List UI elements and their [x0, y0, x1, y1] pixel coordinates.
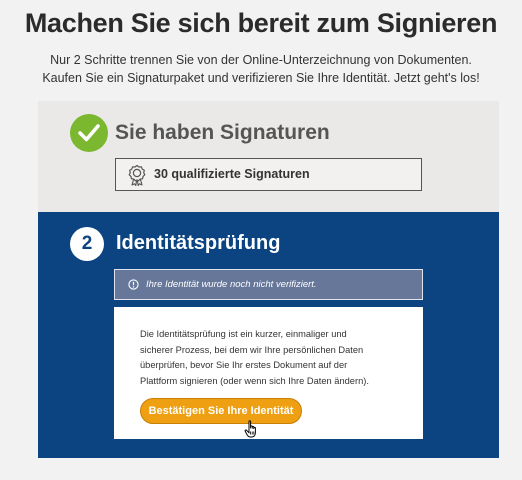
- identity-info-card: Die Identitätsprüfung ist ein kurzer, ei…: [114, 307, 423, 439]
- page-title: Machen Sie sich bereit zum Signieren: [24, 8, 498, 38]
- signatures-count-box: 30 qualifizierte Signaturen: [115, 158, 422, 191]
- step2-title: Identitätsprüfung: [116, 232, 281, 254]
- alert-text: Ihre Identität wurde noch nicht verifizi…: [146, 279, 317, 290]
- subtitle-line: Kaufen Sie ein Signaturpaket und verifiz…: [42, 71, 480, 85]
- step-identity-section: 2 Identitätsprüfung Ihre Identität wurde…: [38, 212, 499, 458]
- description-line: Die Identitätsprüfung ist ein kurzer, ei…: [140, 329, 347, 339]
- description-line: sicherer Prozess, bei dem wir Ihre persö…: [140, 344, 364, 355]
- step1-title: Sie haben Signaturen: [115, 121, 330, 144]
- signatures-count-label: 30 qualifizierte Signaturen: [154, 167, 310, 181]
- check-icon: [70, 114, 108, 152]
- award-icon: [128, 164, 146, 186]
- confirm-identity-button[interactable]: Bestätigen Sie Ihre Identität: [140, 398, 302, 424]
- page-subtitle: Nur 2 Schritte trennen Sie von der Onlin…: [0, 51, 522, 87]
- info-icon: [128, 279, 139, 290]
- description-line: Plattform signieren (oder wenn sich Ihre…: [140, 375, 369, 386]
- description-line: überprüfen, bevor Sie Ihr erstes Dokumen…: [140, 360, 348, 370]
- hand-cursor-icon: [244, 420, 256, 438]
- identity-description: Die Identitätsprüfung ist ein kurzer, ei…: [140, 327, 410, 389]
- identity-status-alert: Ihre Identität wurde noch nicht verifizi…: [114, 269, 423, 300]
- step-number-badge: 2: [70, 227, 104, 261]
- subtitle-line: Nur 2 Schritte trennen Sie von der Onlin…: [50, 53, 472, 67]
- step-signatures-section: Sie haben Signaturen 30 qualifizierte Si…: [38, 101, 499, 212]
